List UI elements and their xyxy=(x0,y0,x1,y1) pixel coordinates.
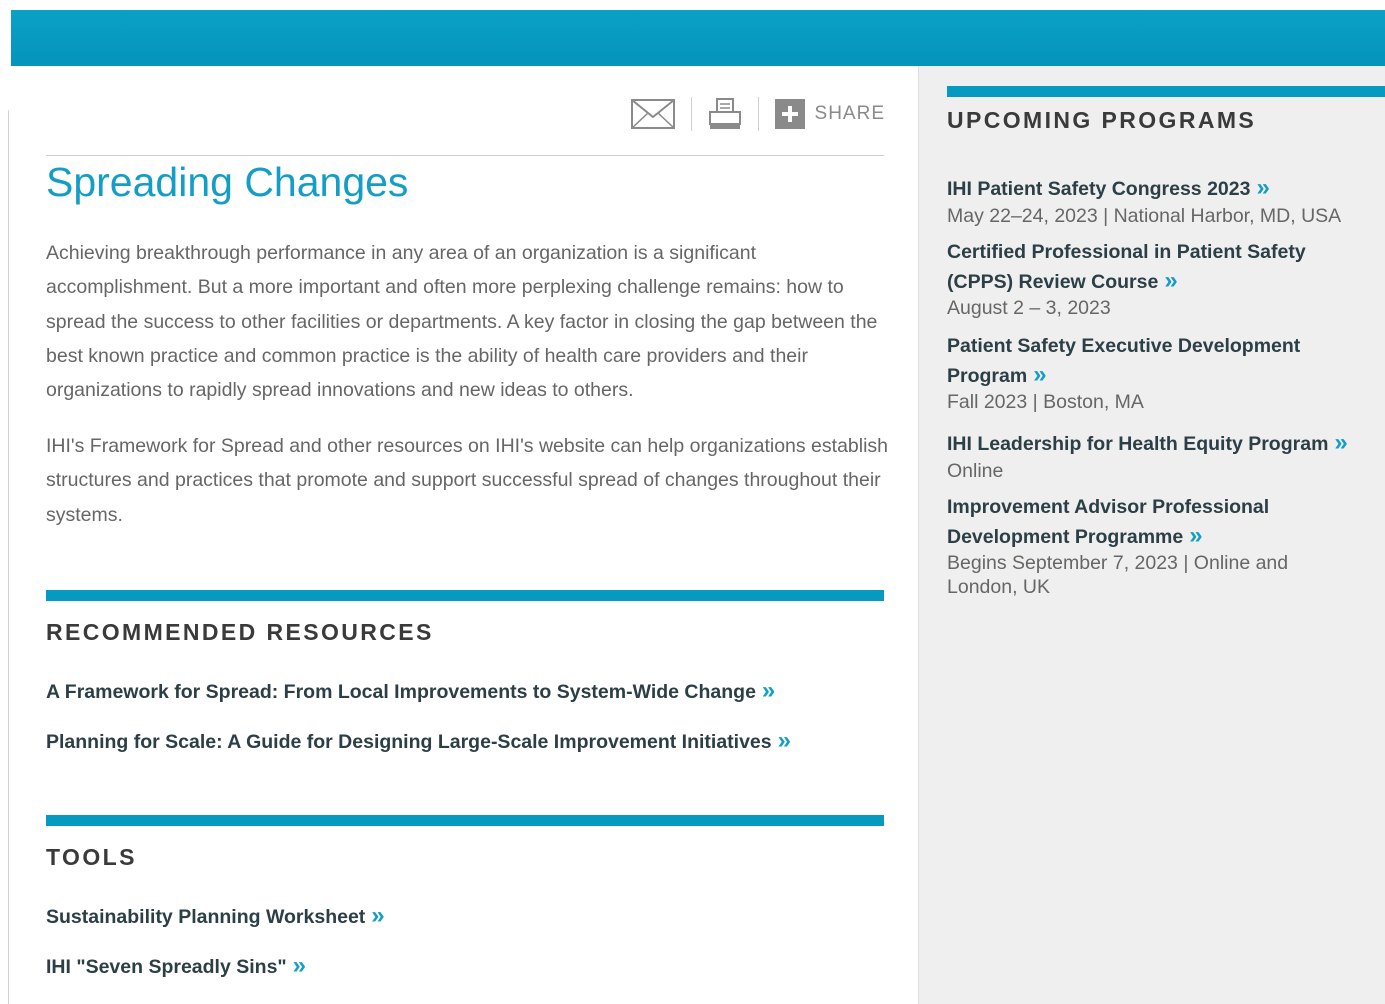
program-title-line2: Development Programme xyxy=(947,525,1184,548)
programs-section-bar xyxy=(947,86,1385,97)
tool-link-label: Sustainability Planning Worksheet xyxy=(46,906,366,928)
chevron-right-icon: » xyxy=(761,677,776,704)
program-item: Improvement Advisor Professional Developm… xyxy=(947,493,1383,599)
program-title: Certified Professional in Patient Safety xyxy=(947,241,1306,263)
program-title-line2: (CPPS) Review Course xyxy=(947,270,1159,293)
tools-heading: TOOLS xyxy=(46,844,137,870)
program-meta: August 2 – 3, 2023 xyxy=(947,297,1111,319)
program-title: IHI Leadership for Health Equity Program xyxy=(947,433,1329,455)
page-toolbar: SHARE xyxy=(630,96,885,132)
chevron-right-icon: » xyxy=(371,902,385,929)
recommended-section-bar xyxy=(46,590,884,601)
chevron-right-icon: » xyxy=(777,727,791,754)
program-title: Patient Safety Executive Development xyxy=(947,335,1301,357)
resource-link[interactable]: A Framework for Spread: From Local Impro… xyxy=(46,677,775,705)
email-icon[interactable] xyxy=(630,99,675,129)
program-meta: Fall 2023 | Boston, MA xyxy=(947,391,1144,413)
tool-link[interactable]: IHI "Seven Spreadly Sins"» xyxy=(46,952,306,980)
program-link[interactable]: Certified Professional in Patient Safety… xyxy=(947,238,1383,296)
program-title-line2: Program xyxy=(947,364,1028,387)
share-label: SHARE xyxy=(814,103,885,124)
chevron-right-icon: » xyxy=(1189,521,1203,549)
recommended-heading: RECOMMENDED RESOURCES xyxy=(46,619,434,645)
resource-link[interactable]: Planning for Scale: A Guide for Designin… xyxy=(46,727,791,755)
tool-link[interactable]: Sustainability Planning Worksheet» xyxy=(46,902,385,930)
tool-link-label: IHI "Seven Spreadly Sins" xyxy=(46,956,287,978)
tools-section-bar xyxy=(46,815,884,826)
plus-icon xyxy=(774,99,805,129)
chevron-right-icon: » xyxy=(1256,174,1270,201)
program-meta: Online xyxy=(947,459,1004,482)
program-link[interactable]: Patient Safety Executive Development Prog… xyxy=(947,332,1383,390)
left-gutter xyxy=(0,0,11,1004)
main-content: SHARE Spreading Changes Achieving breakt… xyxy=(11,66,918,1004)
toolbar-divider xyxy=(757,97,759,131)
framework-paragraph: IHI's Framework for Spread and other res… xyxy=(46,435,889,526)
print-icon[interactable] xyxy=(708,97,742,131)
top-gutter xyxy=(0,0,1385,10)
program-link[interactable]: Improvement Advisor Professional Developm… xyxy=(947,493,1383,551)
program-meta: May 22–24, 2023 | National Harbor, MD, U… xyxy=(947,204,1342,227)
program-link[interactable]: IHI Leadership for Health Equity Program… xyxy=(947,429,1383,459)
title-divider xyxy=(46,155,884,156)
toolbar-divider xyxy=(690,97,692,131)
program-item: Patient Safety Executive Development Prog… xyxy=(947,332,1383,414)
program-item: IHI Leadership for Health Equity Program… xyxy=(947,429,1383,483)
program-meta: Begins September 7, 2023 | Online and xyxy=(947,552,1289,574)
share-button[interactable]: SHARE xyxy=(774,99,885,129)
program-title: IHI Patient Safety Congress 2023 xyxy=(947,178,1251,200)
chevron-right-icon: » xyxy=(1334,429,1348,456)
chevron-right-icon: » xyxy=(1033,360,1047,388)
upcoming-programs-sidebar: UPCOMING PROGRAMS IHI Patient Safety Con… xyxy=(918,66,1385,1004)
program-title: Improvement Advisor Professional xyxy=(947,496,1270,518)
resource-link-label: Planning for Scale: A Guide for Designin… xyxy=(46,731,772,753)
programs-heading: UPCOMING PROGRAMS xyxy=(947,107,1257,133)
program-link[interactable]: IHI Patient Safety Congress 2023» xyxy=(947,174,1383,204)
chevron-right-icon: » xyxy=(1164,266,1178,294)
resource-link-label: A Framework for Spread: From Local Impro… xyxy=(46,681,756,703)
page-title: Spreading Changes xyxy=(46,159,409,205)
program-meta-line2: London, UK xyxy=(947,576,1050,598)
left-border-line xyxy=(8,110,9,1004)
program-item: Certified Professional in Patient Safety… xyxy=(947,238,1383,320)
header-bar xyxy=(11,10,1385,66)
chevron-right-icon: » xyxy=(292,952,307,979)
intro-paragraph: Achieving breakthrough performance in an… xyxy=(46,242,878,402)
program-item: IHI Patient Safety Congress 2023» May 22… xyxy=(947,174,1383,228)
